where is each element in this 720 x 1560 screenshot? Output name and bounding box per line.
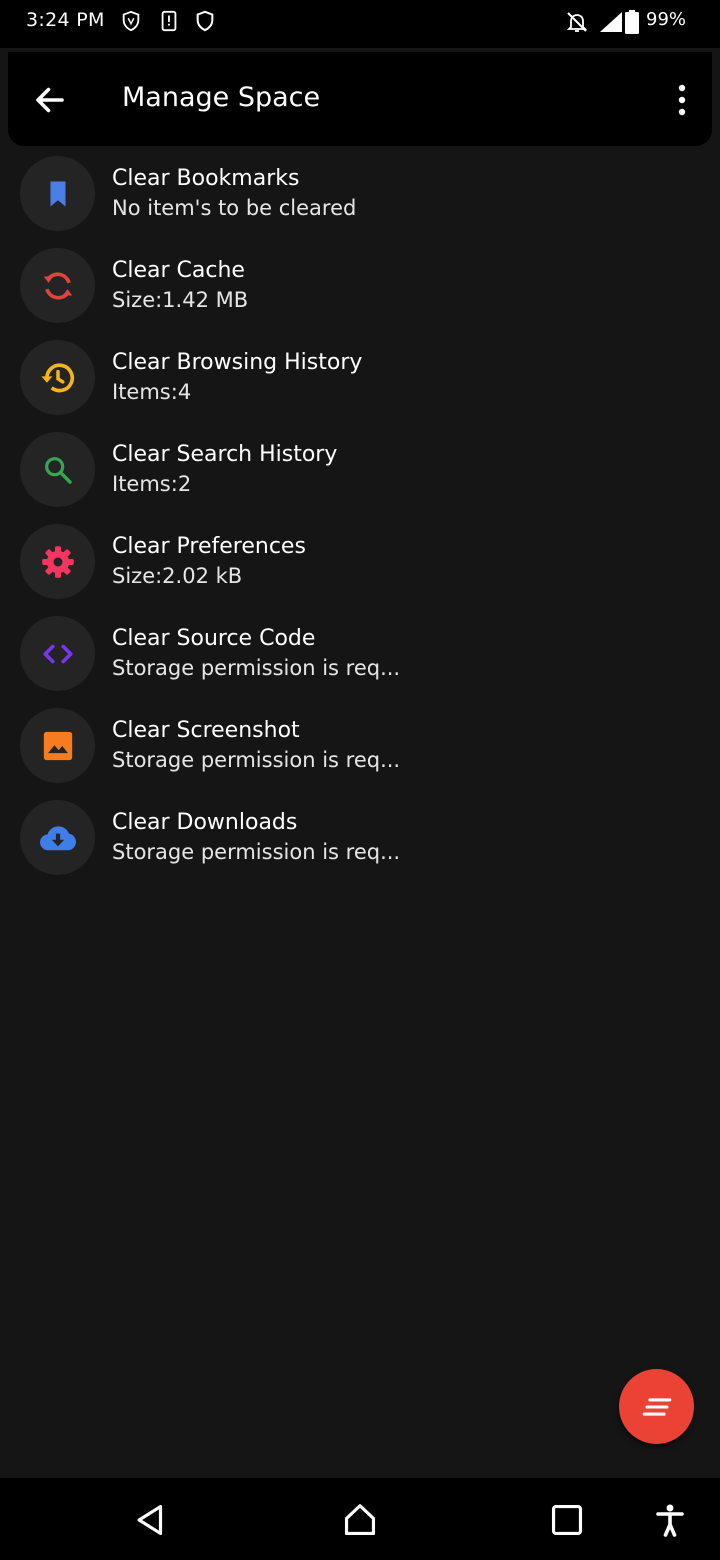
battery-icon xyxy=(625,10,639,34)
vpn-shield-icon xyxy=(122,10,140,32)
app-bar: Manage Space xyxy=(8,52,712,146)
item-subtitle: Items:2 xyxy=(112,472,192,496)
arrow-back-icon[interactable] xyxy=(32,82,68,118)
recents-icon[interactable] xyxy=(548,1500,586,1540)
history-icon xyxy=(40,362,74,392)
back-triangle-icon[interactable] xyxy=(132,1500,170,1540)
more-vert-icon[interactable] xyxy=(670,82,694,118)
item-subtitle: Storage permission is req... xyxy=(112,748,401,772)
list-item-clear-search-history[interactable]: Clear Search History Items:2 xyxy=(0,426,720,518)
item-subtitle: Size:1.42 MB xyxy=(112,288,249,312)
settings-icon xyxy=(41,545,74,578)
search-icon xyxy=(44,456,72,484)
list-item-clear-screenshot[interactable]: Clear Screenshot Storage permission is r… xyxy=(0,702,720,794)
item-title: Clear Source Code xyxy=(112,626,316,651)
item-title: Clear Browsing History xyxy=(112,350,363,375)
signal-icon xyxy=(600,12,622,32)
code-icon xyxy=(42,644,73,663)
battery-percent: 99% xyxy=(646,9,687,30)
list-item-clear-source-code[interactable]: Clear Source Code Storage permission is … xyxy=(0,610,720,702)
bookmark-icon xyxy=(50,181,65,206)
icon-circle xyxy=(20,340,95,415)
list-item-clear-cache[interactable]: Clear Cache Size:1.42 MB xyxy=(0,242,720,334)
icon-circle xyxy=(20,432,95,507)
icon-circle xyxy=(20,616,95,691)
status-bar: 3:24 PM 99% xyxy=(0,0,720,48)
item-subtitle: Size:2.02 kB xyxy=(112,564,243,588)
item-title: Clear Screenshot xyxy=(112,718,300,743)
icon-circle xyxy=(20,524,95,599)
item-subtitle: Storage permission is req... xyxy=(112,840,401,864)
clear-all-icon xyxy=(642,1397,671,1416)
list-item-clear-preferences[interactable]: Clear Preferences Size:2.02 kB xyxy=(0,518,720,610)
icon-circle xyxy=(20,708,95,783)
clear-all-fab[interactable] xyxy=(619,1369,694,1444)
item-title: Clear Preferences xyxy=(112,534,306,559)
image-icon xyxy=(43,731,72,760)
sync-icon xyxy=(43,271,72,300)
list-item-clear-bookmarks[interactable]: Clear Bookmarks No item's to be cleared xyxy=(0,150,720,242)
accessibility-icon[interactable] xyxy=(652,1500,688,1540)
list-item-clear-downloads[interactable]: Clear Downloads Storage permission is re… xyxy=(0,794,720,886)
item-subtitle: Storage permission is req... xyxy=(112,656,401,680)
item-subtitle: Items:4 xyxy=(112,380,192,404)
list-item-clear-browsing-history[interactable]: Clear Browsing History Items:4 xyxy=(0,334,720,426)
icon-circle xyxy=(20,156,95,231)
system-nav-bar xyxy=(0,1478,720,1560)
item-title: Clear Search History xyxy=(112,442,338,467)
icon-circle xyxy=(20,800,95,875)
phone-alert-icon xyxy=(161,10,177,32)
item-title: Clear Downloads xyxy=(112,810,298,835)
item-title: Clear Cache xyxy=(112,258,245,283)
notifications-off-icon xyxy=(566,12,588,32)
page-title: Manage Space xyxy=(122,82,321,113)
home-icon[interactable] xyxy=(341,1500,379,1540)
icon-circle xyxy=(20,248,95,323)
shield-icon xyxy=(196,10,214,32)
cloud-download-icon xyxy=(39,825,76,850)
status-time: 3:24 PM xyxy=(26,9,105,31)
manage-space-list: Clear Bookmarks No item's to be cleared … xyxy=(0,150,720,886)
item-title: Clear Bookmarks xyxy=(112,166,300,191)
item-subtitle: No item's to be cleared xyxy=(112,196,357,220)
